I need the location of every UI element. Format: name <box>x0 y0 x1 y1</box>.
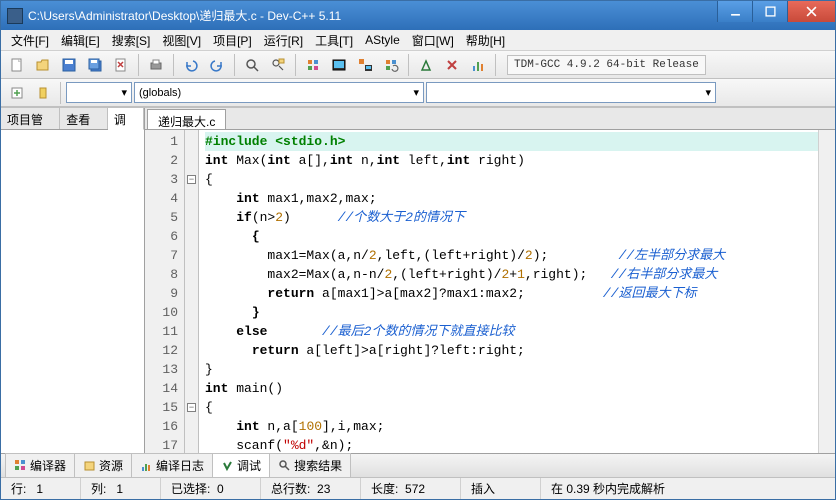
line-gutter[interactable]: 123456789101112131415161718 <box>145 130 185 453</box>
status-sel-value: 0 <box>217 482 224 496</box>
menu-item[interactable]: 运行[R] <box>258 30 309 51</box>
toolbar-nav: ▾ (globals)▾ ▾ <box>1 79 835 107</box>
output-tabstrip: 编译器资源编译日志调试搜索结果 <box>1 453 835 477</box>
status-mode: 插入 <box>471 480 495 497</box>
rebuild-button[interactable] <box>379 53 403 77</box>
left-tab[interactable]: 项目管理 <box>1 108 60 129</box>
class-scope-combo[interactable]: ▾ <box>66 82 132 103</box>
save-all-button[interactable] <box>83 53 107 77</box>
status-len-value: 572 <box>405 482 425 496</box>
app-window: C:\Users\Administrator\Desktop\递归最大.c - … <box>0 0 836 500</box>
new-project-button[interactable] <box>5 81 29 105</box>
close-file-button[interactable] <box>109 53 133 77</box>
menu-item[interactable]: 工具[T] <box>309 30 359 51</box>
run-button[interactable] <box>327 53 351 77</box>
profile-button[interactable] <box>466 53 490 77</box>
app-icon <box>7 8 23 24</box>
find-button[interactable] <box>240 53 264 77</box>
debug-button[interactable] <box>414 53 438 77</box>
output-tab[interactable]: 编译器 <box>5 453 75 478</box>
status-parse: 在 0.39 秒内完成解析 <box>551 480 665 497</box>
close-button[interactable] <box>787 1 835 22</box>
left-panel: 项目管理查看类调试 <box>1 108 145 453</box>
undo-button[interactable] <box>179 53 203 77</box>
compile-run-button[interactable] <box>353 53 377 77</box>
left-panel-tabs: 项目管理查看类调试 <box>1 108 144 130</box>
status-total-value: 23 <box>317 482 330 496</box>
menu-item[interactable]: 视图[V] <box>156 30 207 51</box>
titlebar[interactable]: C:\Users\Administrator\Desktop\递归最大.c - … <box>1 1 835 30</box>
status-col-label: 列: <box>91 480 106 497</box>
maximize-button[interactable] <box>752 1 787 22</box>
fold-toggle[interactable]: − <box>187 403 196 412</box>
fold-column[interactable]: −− <box>185 130 199 453</box>
left-panel-body[interactable] <box>1 130 144 453</box>
window-title: C:\Users\Administrator\Desktop\递归最大.c - … <box>28 7 717 24</box>
vertical-scrollbar[interactable] <box>818 130 835 453</box>
save-button[interactable] <box>57 53 81 77</box>
status-col-value: 1 <box>116 482 123 496</box>
status-line-label: 行: <box>11 480 26 497</box>
redo-button[interactable] <box>205 53 229 77</box>
output-tab[interactable]: 搜索结果 <box>269 453 351 478</box>
status-line-value: 1 <box>36 482 43 496</box>
status-sel-label: 已选择: <box>171 480 210 497</box>
compile-button[interactable] <box>301 53 325 77</box>
menu-item[interactable]: 编辑[E] <box>55 30 106 51</box>
editor-tabstrip: 递归最大.c <box>145 108 835 130</box>
replace-button[interactable] <box>266 53 290 77</box>
print-button[interactable] <box>144 53 168 77</box>
output-tab[interactable]: 调试 <box>212 453 270 478</box>
menu-item[interactable]: AStyle <box>359 31 406 49</box>
bookmark-button[interactable] <box>31 81 55 105</box>
code-editor[interactable]: 123456789101112131415161718 −− #include … <box>145 130 835 453</box>
open-file-button[interactable] <box>31 53 55 77</box>
compiler-selector[interactable]: TDM-GCC 4.9.2 64-bit Release <box>507 55 706 75</box>
toolbar-main: TDM-GCC 4.9.2 64-bit Release <box>1 51 835 79</box>
statusbar: 行: 1 列: 1 已选择: 0 总行数: 23 长度: 572 插入 在 0.… <box>1 477 835 499</box>
globals-combo[interactable]: (globals)▾ <box>134 82 424 103</box>
menu-item[interactable]: 搜索[S] <box>106 30 157 51</box>
fold-toggle[interactable]: − <box>187 175 196 184</box>
menu-item[interactable]: 项目[P] <box>207 30 258 51</box>
menu-item[interactable]: 帮助[H] <box>460 30 511 51</box>
menu-item[interactable]: 窗口[W] <box>406 30 460 51</box>
editor-tab[interactable]: 递归最大.c <box>147 109 226 129</box>
new-file-button[interactable] <box>5 53 29 77</box>
output-tab[interactable]: 资源 <box>74 453 132 478</box>
minimize-button[interactable] <box>717 1 752 22</box>
menu-item[interactable]: 文件[F] <box>5 30 55 51</box>
function-combo[interactable]: ▾ <box>426 82 716 103</box>
menubar: 文件[F]编辑[E]搜索[S]视图[V]项目[P]运行[R]工具[T]AStyl… <box>1 30 835 51</box>
globals-label: (globals) <box>139 87 181 99</box>
status-len-label: 长度: <box>371 480 398 497</box>
left-tab[interactable]: 查看类 <box>60 108 108 129</box>
stop-button[interactable] <box>440 53 464 77</box>
left-tab[interactable]: 调试 <box>108 108 144 130</box>
code-area[interactable]: #include <stdio.h>int Max(int a[],int n,… <box>199 130 818 453</box>
output-tab[interactable]: 编译日志 <box>131 453 213 478</box>
status-total-label: 总行数: <box>271 480 310 497</box>
